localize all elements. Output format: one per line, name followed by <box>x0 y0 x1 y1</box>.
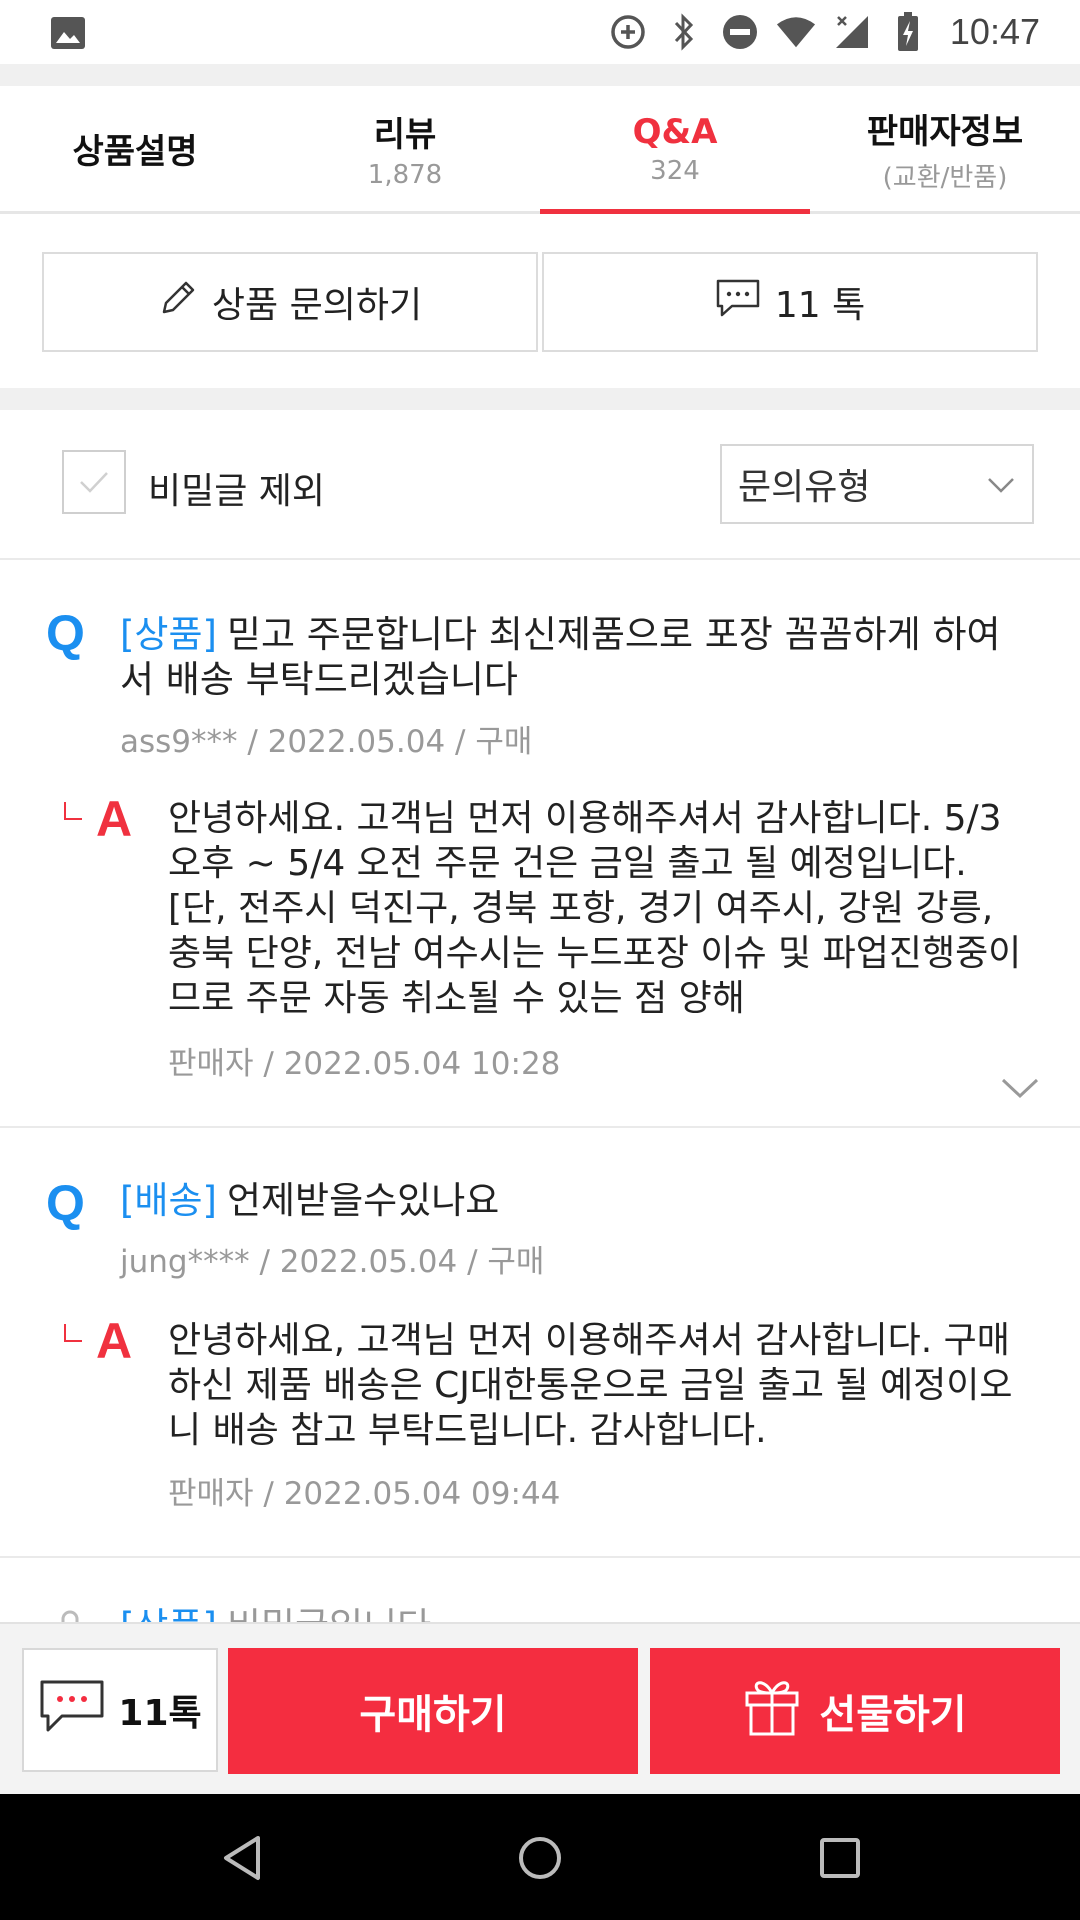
question-text: [배송] 언제받을수있나요 <box>120 1178 1020 1223</box>
system-nav-bar <box>0 1794 1080 1920</box>
gift-button[interactable]: 선물하기 <box>650 1648 1060 1774</box>
section-divider <box>0 64 1080 86</box>
tab-subtitle: (교환/반품) <box>882 162 1008 193</box>
do-not-disturb-icon <box>720 12 760 52</box>
recents-icon[interactable] <box>812 1830 868 1886</box>
inquiry-type-select[interactable]: 문의유형 <box>720 444 1034 524</box>
tab-seller-info[interactable]: 판매자정보 (교환/반품) <box>810 86 1080 211</box>
tab-qna[interactable]: Q&A 324 <box>540 86 810 214</box>
ask-question-label: 상품 문의하기 <box>211 285 423 326</box>
buy-button[interactable]: 구매하기 <box>228 1648 638 1774</box>
question-mark: Q <box>46 1175 85 1231</box>
talk-chat-button[interactable]: 11톡 <box>22 1648 218 1772</box>
question-body: 언제받을수있나요 <box>226 1179 500 1222</box>
chat-bubble-icon <box>38 1676 108 1745</box>
question-text: [상품] 믿고 주문합니다 최신제품으로 포장 꼼꼼하게 하여서 배송 부탁드리겠… <box>120 612 1020 702</box>
back-icon[interactable] <box>214 1830 270 1886</box>
product-tabs: 상품설명 리뷰 1,878 Q&A 324 판매자정보 (교환/반품) <box>0 86 1080 214</box>
expand-chevron-icon[interactable] <box>1000 1076 1040 1104</box>
question-category: [상품] <box>120 1605 217 1622</box>
reply-corner-icon <box>64 802 82 820</box>
exclude-secret-checkbox[interactable] <box>62 450 126 514</box>
inquiry-type-value: 문의유형 <box>738 467 871 508</box>
pencil-icon <box>158 278 198 327</box>
talk-button[interactable]: 11 톡 <box>542 252 1038 352</box>
status-icons: 10:47 <box>608 10 1040 54</box>
answer-meta: 판매자 / 2022.05.04 09:44 <box>168 1476 561 1512</box>
check-icon <box>80 472 108 493</box>
signal-icon <box>832 12 872 52</box>
talk-chat-label: 11톡 <box>118 1693 202 1734</box>
tab-label: 리뷰 <box>373 115 437 155</box>
lock-icon <box>58 1610 82 1622</box>
tab-label: 상품설명 <box>72 132 198 172</box>
tab-count: 1,878 <box>367 160 443 190</box>
qna-item[interactable]: Q [상품] 믿고 주문합니다 최신제품으로 포장 꼼꼼하게 하여서 배송 부탁드… <box>0 560 1080 1128</box>
question-text: [상품] 비밀글입니다 <box>120 1604 1020 1622</box>
status-time: 10:47 <box>949 11 1040 52</box>
home-icon[interactable] <box>512 1830 568 1886</box>
question-body: 믿고 주문합니다 최신제품으로 포장 꼼꼼하게 하여서 배송 부탁드리겠습니다 <box>120 613 1001 701</box>
answer-mark: A <box>96 791 133 847</box>
image-icon <box>50 16 86 50</box>
answer-text: 안녕하세요, 고객님 먼저 이용해주셔서 감사합니다. 구매하신 제품 배송은 … <box>168 1320 1013 1451</box>
reply-corner-icon <box>64 1324 82 1342</box>
buy-label: 구매하기 <box>359 1692 507 1738</box>
data-saver-icon <box>608 12 648 52</box>
question-mark: Q <box>46 605 85 661</box>
qna-filter: 비밀글 제외 문의유형 <box>0 410 1080 560</box>
question-meta: ass9*** / 2022.05.04 / 구매 <box>120 724 533 760</box>
gift-label: 선물하기 <box>819 1692 967 1738</box>
question-category: [상품] <box>120 613 217 656</box>
wifi-icon <box>776 12 816 52</box>
bluetooth-icon <box>664 12 704 52</box>
tab-label: 판매자정보 <box>866 111 1024 152</box>
tab-reviews[interactable]: 리뷰 1,878 <box>270 86 540 211</box>
exclude-secret-label: 비밀글 제외 <box>148 471 326 512</box>
qna-item[interactable]: [상품] 비밀글입니다 <box>0 1558 1080 1622</box>
status-bar: 10:47 <box>0 0 1080 64</box>
answer-text: 안녕하세요. 고객님 먼저 이용해주셔서 감사합니다. 5/3 오후 ~ 5/4… <box>168 798 1022 1019</box>
tab-description[interactable]: 상품설명 <box>0 86 270 211</box>
tab-count: 324 <box>650 155 700 186</box>
question-body: 비밀글입니다 <box>227 1605 431 1622</box>
gift-icon <box>743 1675 801 1747</box>
answer-mark: A <box>96 1313 133 1369</box>
ask-question-button[interactable]: 상품 문의하기 <box>42 252 538 352</box>
tab-label: Q&A <box>632 111 718 152</box>
chat-bubble-icon <box>715 278 761 327</box>
qna-item[interactable]: Q [배송] 언제받을수있나요 jung**** / 2022.05.04 / 구… <box>0 1128 1080 1558</box>
section-divider <box>0 388 1080 410</box>
question-category: [배송] <box>120 1179 217 1222</box>
bottom-action-bar: 11톡 구매하기 선물하기 <box>0 1622 1080 1794</box>
chevron-down-icon <box>986 468 1016 509</box>
answer-meta: 판매자 / 2022.05.04 10:28 <box>168 1046 561 1082</box>
question-meta: jung**** / 2022.05.04 / 구매 <box>120 1244 545 1280</box>
qna-actions: 상품 문의하기 11 톡 <box>42 252 1038 352</box>
talk-label: 11 톡 <box>774 285 866 326</box>
battery-charging-icon <box>888 12 928 52</box>
